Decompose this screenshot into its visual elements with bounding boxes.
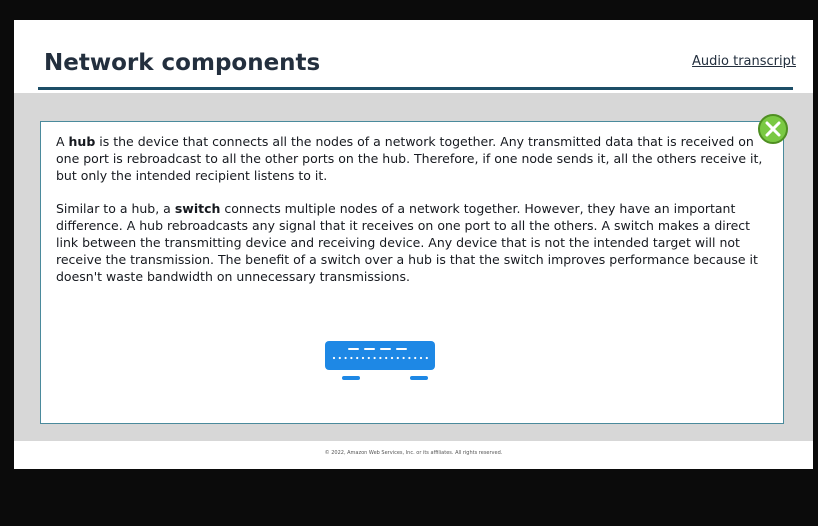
switch-port-dot: [419, 356, 423, 360]
title-divider: [38, 87, 793, 90]
hub-term: hub: [68, 134, 96, 149]
panel-text: A hub is the device that connects all th…: [56, 133, 774, 301]
switch-port-dot: [373, 356, 376, 360]
switch-port-dot: [408, 356, 411, 360]
switch-port-dot: [390, 356, 394, 360]
network-switch-icon: [325, 341, 435, 380]
switch-paragraph-lead: Similar to a hub, a: [56, 201, 175, 216]
page-title: Network components: [44, 50, 321, 76]
switch-port-dot: [379, 356, 382, 360]
hub-paragraph: A hub is the device that connects all th…: [56, 133, 774, 184]
switch-port-dot: [402, 356, 405, 360]
hub-paragraph-lead: A: [56, 134, 69, 149]
close-button[interactable]: [758, 114, 788, 144]
switch-port-dot: [425, 356, 428, 360]
switch-port-dot: [338, 356, 341, 360]
switch-port-dot: [356, 356, 359, 360]
switch-port-dot: [344, 356, 347, 360]
close-icon: [765, 121, 781, 137]
switch-port-dot: [385, 356, 388, 360]
slide: Network components Audio transcript A hu…: [14, 20, 813, 469]
switch-port-dot: [414, 356, 417, 360]
audio-transcript-link[interactable]: Audio transcript: [692, 54, 796, 69]
hub-paragraph-body: is the device that connects all the node…: [56, 134, 763, 183]
copyright-footer: © 2022, Amazon Web Services, Inc. or its…: [324, 450, 503, 456]
switch-term: switch: [174, 201, 221, 216]
switch-port-dot: [367, 356, 370, 360]
switch-port-dot: [361, 356, 365, 360]
switch-port-dot: [396, 356, 399, 360]
switch-port-dot: [332, 356, 336, 360]
switch-port-dot: [350, 356, 353, 360]
content-panel: A hub is the device that connects all th…: [40, 121, 784, 424]
content-stage: A hub is the device that connects all th…: [14, 93, 813, 441]
switch-paragraph: Similar to a hub, a switch connects mult…: [56, 200, 774, 285]
